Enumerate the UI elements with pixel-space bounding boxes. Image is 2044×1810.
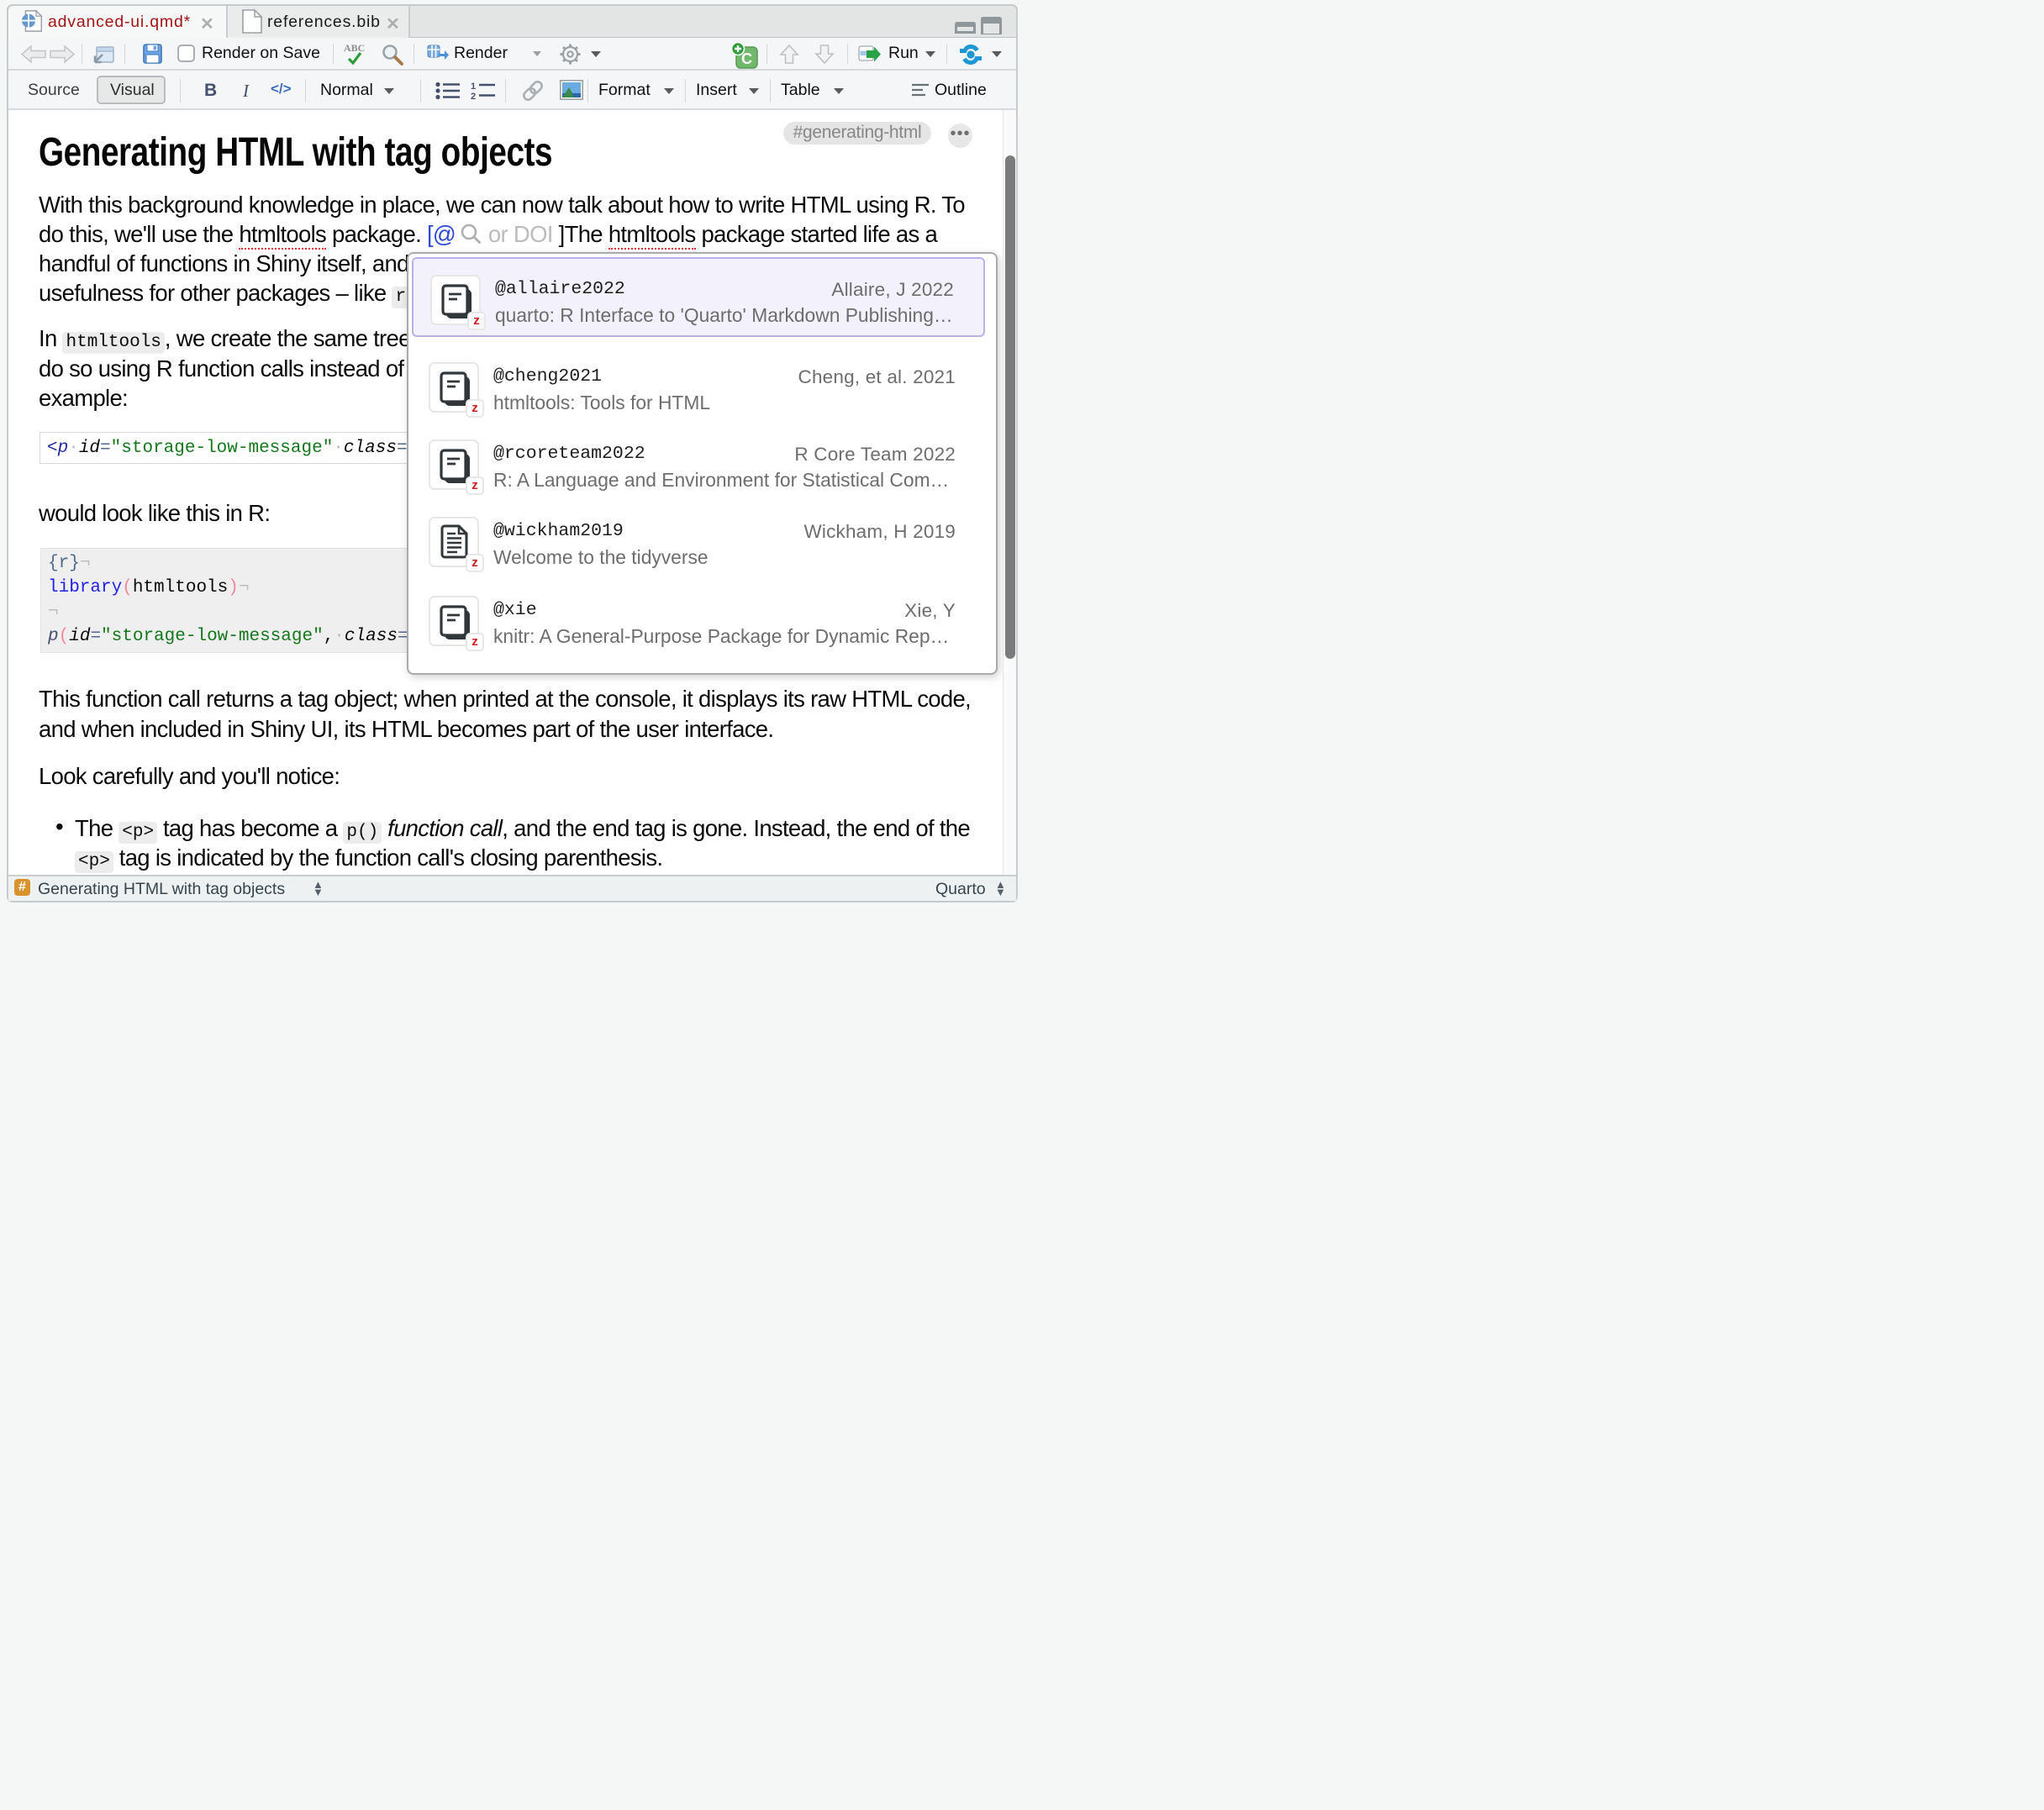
- svg-text:ABC: ABC: [344, 42, 365, 54]
- svg-text:2: 2: [471, 92, 476, 100]
- svg-text:1: 1: [471, 82, 476, 92]
